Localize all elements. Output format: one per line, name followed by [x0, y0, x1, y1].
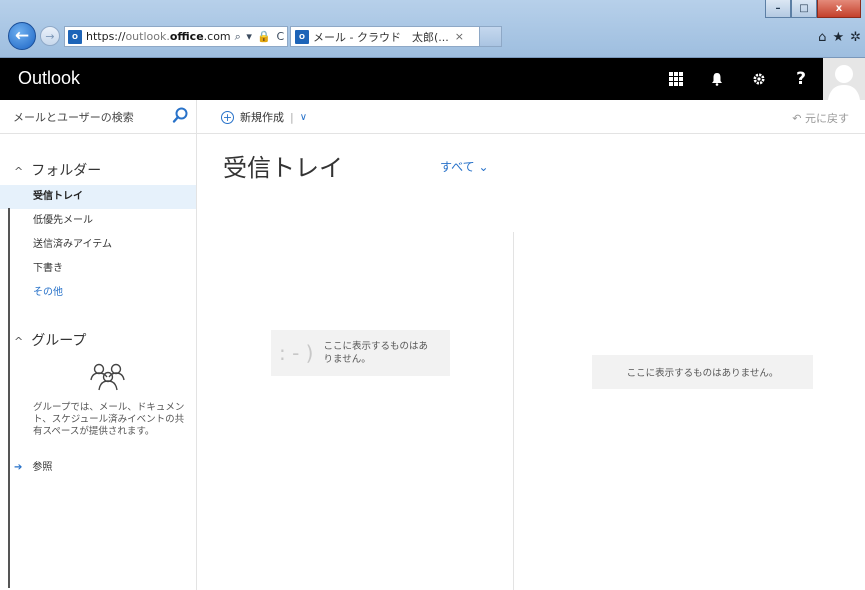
url-domain-bold: office	[169, 30, 204, 43]
folders-header[interactable]: ^ フォルダー	[14, 160, 101, 180]
groups-header-label: グループ	[31, 333, 87, 349]
arrow-right-icon: ➔	[14, 462, 23, 473]
chevron-down-icon[interactable]: ∨	[300, 112, 307, 123]
browse-label: 参照	[32, 462, 53, 473]
chevron-up-icon: ^	[14, 165, 24, 178]
home-icon[interactable]: ⌂	[818, 30, 826, 45]
smiley-icon: : - )	[279, 341, 314, 365]
chevron-down-icon: ⌄	[478, 160, 489, 174]
undo-icon: ↶	[792, 112, 805, 125]
left-navigation: メールとユーザーの検索 ^ フォルダー 受信トレイ 低優先メール 送信済みアイテム…	[0, 100, 197, 590]
outlook-favicon-icon: O	[68, 29, 82, 44]
window-edge-divider	[8, 208, 10, 588]
outlook-tab-favicon-icon: O	[295, 29, 309, 44]
tab-title: メール - クラウド 太郎(...	[313, 30, 449, 44]
gear-icon	[753, 73, 765, 85]
empty-reading-pane-message: ここに表示するものはありません。	[592, 355, 813, 389]
folder-item-inbox[interactable]: 受信トレイ	[0, 185, 196, 209]
maximize-button[interactable]: □	[791, 0, 817, 18]
waffle-grid-icon	[669, 72, 683, 86]
folder-item-drafts[interactable]: 下書き	[0, 257, 196, 281]
back-button[interactable]: ←	[8, 22, 36, 50]
address-controls[interactable]: ⌕ ▾ 🔒 C	[235, 30, 286, 44]
forward-button[interactable]: →	[40, 26, 60, 46]
undo-button[interactable]: ↶ 元に戻す	[792, 110, 849, 126]
browser-tab[interactable]: O メール - クラウド 太郎(... ×	[290, 26, 480, 47]
app-title[interactable]: Outlook	[18, 68, 80, 89]
forward-arrow-icon: →	[45, 29, 55, 43]
folder-more-link[interactable]: その他	[0, 281, 196, 305]
browser-toolbar-icons: ⌂ ★ ✲	[818, 30, 861, 45]
filter-dropdown[interactable]: すべて ⌄	[440, 158, 489, 175]
pane-divider[interactable]	[513, 232, 514, 590]
toolbar-separator: |	[290, 110, 294, 124]
chevron-up-icon: ^	[14, 335, 24, 348]
group-people-icon	[90, 363, 125, 391]
empty-list-text: ここに表示するものはありません。	[323, 341, 428, 365]
window-controls: – □ x	[765, 0, 861, 18]
close-window-button[interactable]: x	[817, 0, 861, 18]
undo-label: 元に戻す	[805, 112, 849, 125]
empty-list-message: : - ) ここに表示するものはありません。	[271, 330, 450, 376]
browse-groups-link[interactable]: ➔ 参照	[14, 458, 52, 473]
url-prefix: https://	[86, 30, 126, 43]
app-header: Outlook ?	[0, 58, 865, 100]
help-button[interactable]: ?	[780, 58, 822, 100]
address-bar[interactable]: O https://outlook. office .com ⌕ ▾ 🔒 C	[64, 26, 288, 47]
new-message-label: 新規作成	[240, 111, 284, 124]
app-launcher-button[interactable]	[655, 58, 697, 100]
avatar[interactable]	[823, 58, 865, 100]
url-domain-end: .com	[203, 30, 231, 43]
command-toolbar: + 新規作成 | ∨ ↶ 元に戻す	[197, 100, 865, 134]
new-message-button[interactable]: + 新規作成 | ∨	[221, 109, 307, 125]
bell-icon	[712, 73, 722, 86]
settings-gear-icon[interactable]: ✲	[850, 30, 861, 45]
folder-item-sent[interactable]: 送信済みアイテム	[0, 233, 196, 257]
back-arrow-icon: ←	[14, 26, 30, 46]
empty-reading-text: ここに表示するものはありません。	[626, 368, 779, 379]
search-icon[interactable]	[171, 106, 189, 124]
filter-label: すべて	[440, 160, 475, 174]
url-domain-start: outlook.	[125, 30, 170, 43]
folder-item-clutter[interactable]: 低優先メール	[0, 209, 196, 233]
settings-button[interactable]	[738, 58, 780, 100]
favorites-star-icon[interactable]: ★	[832, 30, 844, 45]
notifications-button[interactable]	[696, 58, 738, 100]
new-tab-button[interactable]	[480, 26, 502, 47]
folders-header-label: フォルダー	[31, 163, 102, 179]
tab-close-icon[interactable]: ×	[455, 30, 464, 43]
browser-chrome: – □ x ← → O https://outlook. office .com ⌕…	[0, 0, 865, 58]
page-title: 受信トレイ	[223, 154, 343, 182]
search-box[interactable]: メールとユーザーの検索	[0, 100, 197, 134]
groups-header[interactable]: ^ グループ	[14, 330, 86, 350]
search-input[interactable]: メールとユーザーの検索	[13, 109, 134, 125]
minimize-button[interactable]: –	[765, 0, 791, 18]
groups-description: グループでは、メール、ドキュメント、スケジュール済みイベントの共有スペースが提供…	[33, 402, 185, 437]
plus-circle-icon: +	[221, 110, 234, 124]
user-silhouette-icon	[828, 65, 860, 100]
